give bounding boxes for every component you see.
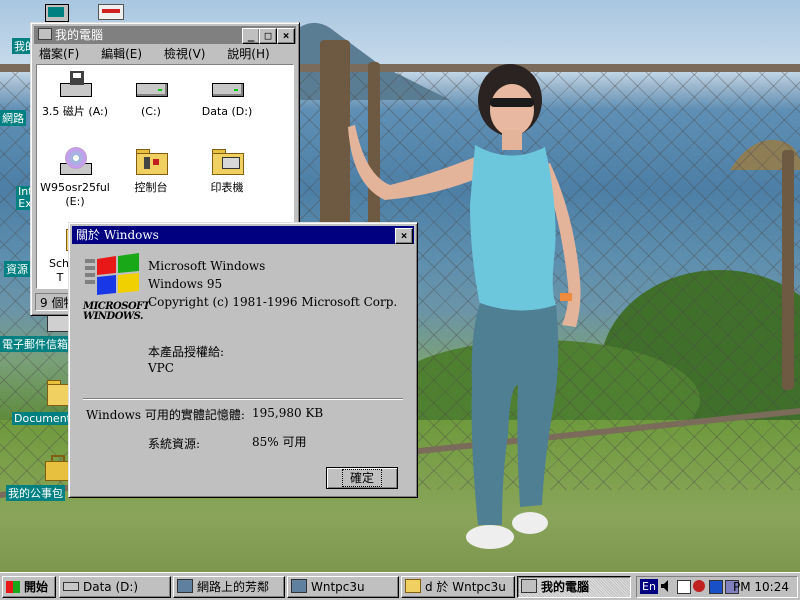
taskbar-button-label: 我的電腦 <box>541 580 590 594</box>
taskbar-button-label: Data (D:) <box>83 580 139 594</box>
item-label: 3.5 磁片 (A:) <box>41 105 109 118</box>
folder-icon <box>405 579 421 593</box>
menu-view[interactable]: 檢視(V) <box>164 47 206 61</box>
taskbar-button-label: Wntpc3u <box>311 580 365 594</box>
start-label: 開始 <box>24 580 49 594</box>
item-drive-d[interactable]: Data (D:) <box>189 71 265 119</box>
my-computer-icon <box>521 579 537 593</box>
memory-label: Windows 可用的實體記憶體: <box>86 408 245 422</box>
desktop-icon-label: 資源 <box>4 261 30 277</box>
close-button[interactable]: × <box>277 28 295 44</box>
item-label: (C:) <box>141 105 161 118</box>
desktop-icon-label: 網路 <box>0 110 26 126</box>
item-label: Data (D:) <box>201 105 253 118</box>
item-cdrom-drive[interactable]: W95osr25ful (E:) <box>37 147 113 209</box>
taskbar: 開始 Data (D:) 網路上的芳鄰 Wntpc3u d 於 Wntpc3u … <box>0 572 800 600</box>
resources-label: 系統資源: <box>148 437 201 451</box>
speaker-icon[interactable] <box>661 580 671 592</box>
hard-drive-icon <box>134 71 168 101</box>
windows-flag-icon <box>85 253 139 295</box>
desktop-icon-document[interactable]: Document <box>2 380 77 425</box>
separator <box>83 398 403 400</box>
hard-drive-icon <box>63 582 79 591</box>
about-titlebar[interactable]: 關於 Windows × <box>72 226 414 244</box>
desktop-icon-label: 我的公事包 <box>6 485 65 501</box>
product-name: Microsoft Windows <box>148 259 266 273</box>
my-computer-titlebar[interactable]: 我的電腦 _ □ × <box>34 26 296 44</box>
licensed-to: VPC <box>148 361 174 375</box>
desktop-icon-label: 電子郵件信箱 <box>0 336 70 352</box>
item-label: 控制台 <box>134 181 168 194</box>
dialog-title: 關於 Windows <box>76 228 159 242</box>
memory-value: 195,980 KB <box>252 406 324 420</box>
copyright-text: Copyright (c) 1981-1996 Microsoft Corp. <box>148 295 398 309</box>
taskbar-button-label: 網路上的芳鄰 <box>197 580 270 594</box>
menu-bar: 檔案(F) 編輯(E) 檢視(V) 說明(H) <box>35 45 284 63</box>
resources-value: 85% 可用 <box>252 435 307 449</box>
taskbar-button-data-d[interactable]: Data (D:) <box>59 576 171 598</box>
scheduler-icon[interactable] <box>677 580 691 594</box>
window-title: 我的電腦 <box>55 28 104 42</box>
taskbar-button-network[interactable]: 網路上的芳鄰 <box>173 576 285 598</box>
system-tray: En PM 10:24 <box>636 576 798 598</box>
item-drive-c[interactable]: (C:) <box>113 71 189 119</box>
briefcase-small-icon[interactable] <box>98 4 128 22</box>
display-settings-icon[interactable] <box>709 580 723 594</box>
menu-file[interactable]: 檔案(F) <box>39 47 79 61</box>
item-floppy-drive[interactable]: 3.5 磁片 (A:) <box>37 71 113 119</box>
item-label: W95osr25ful (E:) <box>40 181 110 208</box>
windows-logo: MICROSOFT WINDOWS. <box>83 253 150 323</box>
computer-small-icon <box>38 28 52 40</box>
ok-button[interactable]: 確定 <box>326 467 398 489</box>
desktop-icon-briefcase[interactable]: 我的公事包 <box>2 455 75 501</box>
cdrom-drive-icon <box>58 147 92 177</box>
network-icon <box>177 579 193 593</box>
logo-wordmark: MICROSOFT WINDOWS. <box>83 301 150 322</box>
about-dialog[interactable]: 關於 Windows × MICROSOFT WINDOWS. Microsof… <box>68 222 418 498</box>
windows-start-icon <box>6 581 20 593</box>
minimize-button[interactable]: _ <box>242 28 260 44</box>
product-version: Windows 95 <box>148 277 223 291</box>
clock[interactable]: PM 10:24 <box>733 579 789 595</box>
item-label: 印表機 <box>210 181 244 194</box>
close-button[interactable]: × <box>395 228 413 244</box>
item-control-panel[interactable]: 控制台 <box>113 147 189 195</box>
menu-edit[interactable]: 編輯(E) <box>101 47 142 61</box>
taskbar-button-wntpc3u[interactable]: Wntpc3u <box>287 576 399 598</box>
language-indicator[interactable]: En <box>640 579 658 594</box>
printers-icon <box>210 147 244 177</box>
taskbar-button-d-on-wntpc3u[interactable]: d 於 Wntpc3u <box>401 576 515 598</box>
start-button[interactable]: 開始 <box>2 576 56 598</box>
licensed-label: 本產品授權給: <box>148 345 225 359</box>
ok-button-label: 確定 <box>341 469 383 487</box>
fence-post <box>782 150 794 390</box>
floppy-drive-icon <box>58 71 92 101</box>
briefcase-icon <box>23 455 75 483</box>
taskbar-button-label: d 於 Wntpc3u <box>425 580 506 594</box>
tray-app-icon[interactable] <box>693 580 705 592</box>
desktop-icon-label: Document <box>12 412 73 425</box>
item-printers[interactable]: 印表機 <box>189 147 265 195</box>
hard-drive-icon <box>210 71 244 101</box>
menu-help[interactable]: 說明(H) <box>227 47 269 61</box>
network-icon <box>291 579 307 593</box>
maximize-button[interactable]: □ <box>259 28 277 44</box>
taskbar-button-my-computer[interactable]: 我的電腦 <box>517 576 631 598</box>
control-panel-icon <box>134 147 168 177</box>
folder-icon <box>23 380 77 408</box>
